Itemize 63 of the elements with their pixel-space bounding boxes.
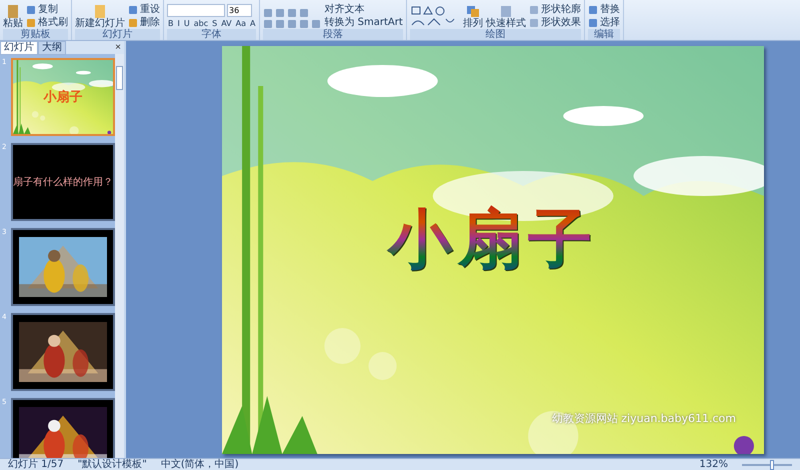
slide-icon — [93, 5, 107, 18]
format-button[interactable]: Aa — [234, 18, 247, 29]
arrange-button[interactable]: 排列 — [462, 5, 483, 29]
format-button[interactable]: AV — [220, 18, 233, 29]
ribbon-button[interactable]: 删除 — [128, 17, 160, 29]
format-button[interactable]: S — [211, 18, 218, 29]
status-text: "默认设计模板" — [78, 459, 147, 470]
ribbon-button[interactable]: 转换为 SmartArt — [324, 17, 403, 29]
format-button[interactable]: abc — [192, 18, 210, 29]
group-label: 字体 — [167, 29, 256, 40]
status-text: 幻灯片 1/57 — [8, 459, 64, 470]
list-icon — [299, 8, 310, 18]
panel-tab[interactable]: 幻灯片 — [0, 40, 38, 54]
shape-icon — [528, 5, 539, 15]
slide-footer: 幼教资源网站 ziyuan.baby611.com — [552, 410, 736, 426]
close-button[interactable]: × — [112, 42, 124, 54]
panel-tab[interactable]: 大纲 — [38, 40, 66, 54]
scrollbar[interactable] — [115, 54, 124, 458]
font-size-field[interactable]: 36 — [227, 4, 252, 17]
slide-thumbnail[interactable] — [11, 398, 115, 458]
align-icon — [263, 19, 274, 29]
clipboard-icon — [6, 5, 20, 18]
slide-thumbnail[interactable]: 扇子有什么样的作用？ — [11, 143, 115, 221]
zoom-thumb[interactable] — [770, 460, 774, 470]
shape-icon — [528, 18, 539, 28]
ribbon-button[interactable]: 形状轮廓 — [528, 4, 581, 16]
ribbon-button[interactable]: 替换 — [588, 4, 620, 16]
small-icon — [588, 5, 598, 15]
quick-styles-button[interactable]: 快速样式 — [486, 5, 526, 29]
arrange-icon — [466, 5, 480, 18]
group-label: 编辑 — [588, 29, 620, 40]
format-button[interactable]: B — [167, 18, 174, 29]
ribbon-button[interactable]: 选择 — [588, 17, 620, 29]
ribbon-button[interactable]: 重设 — [128, 4, 160, 16]
ribbon-button[interactable]: 形状效果 — [528, 17, 581, 29]
align-icon — [287, 19, 298, 29]
thumbnail-title: 小扇子 — [44, 88, 82, 106]
ribbon-button[interactable]: 复制 — [26, 4, 68, 16]
slide-thumbnail[interactable] — [11, 228, 115, 306]
group-label: 绘图 — [410, 29, 581, 40]
align-icon — [275, 19, 286, 29]
align-icon — [311, 19, 322, 29]
new-slide-button[interactable]: 新建幻灯片 — [75, 5, 125, 29]
group-label: 段落 — [263, 29, 403, 40]
thumbnail-text: 扇子有什么样的作用？ — [13, 176, 113, 189]
zoom-level: 132% — [699, 459, 728, 470]
group-label: 剪贴板 — [3, 29, 68, 40]
slide-thumbnail[interactable] — [11, 313, 115, 391]
ribbon-button[interactable]: 对齐文本 — [324, 4, 403, 16]
status-text: 中文(简体，中国) — [160, 459, 239, 470]
list-icon — [263, 8, 274, 18]
format-button[interactable]: U — [182, 18, 191, 29]
list-icon — [287, 8, 298, 18]
ribbon-button[interactable]: 格式刷 — [26, 17, 68, 29]
align-icon — [299, 19, 310, 29]
paste-button[interactable]: 粘贴 — [3, 5, 23, 29]
small-icon — [588, 18, 598, 28]
format-button[interactable]: I — [176, 18, 181, 29]
format-button[interactable]: A — [249, 18, 256, 29]
group-label: 幻灯片 — [75, 29, 160, 40]
font-name-field[interactable] — [167, 4, 225, 17]
list-icon — [275, 8, 286, 18]
style-icon — [498, 5, 513, 18]
